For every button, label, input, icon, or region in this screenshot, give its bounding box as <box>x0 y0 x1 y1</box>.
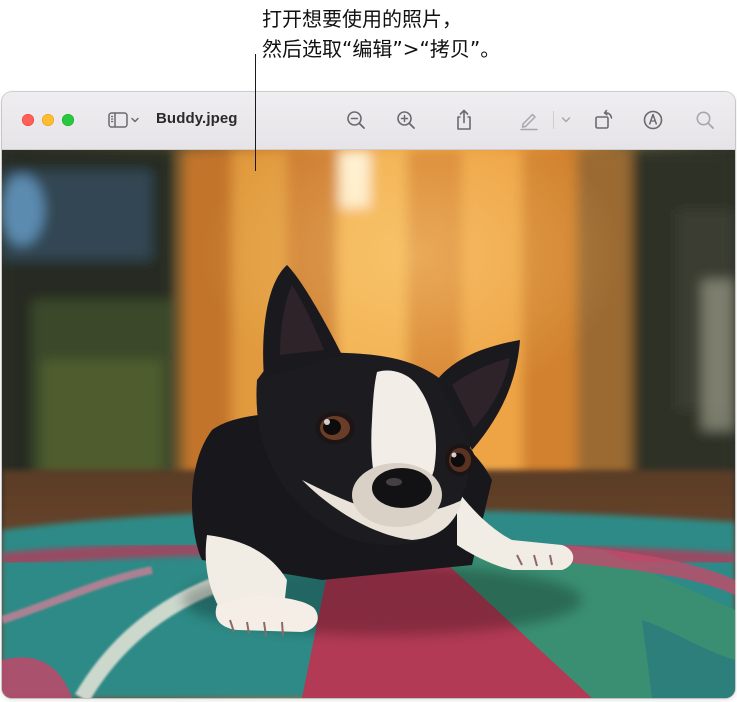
dog-photo-image <box>2 150 735 698</box>
share-button[interactable] <box>451 107 477 133</box>
zoom-in-button[interactable] <box>393 107 419 133</box>
rotate-icon <box>595 109 613 129</box>
markup-menu-button[interactable] <box>558 107 574 133</box>
sidebar-icon <box>108 112 139 128</box>
zoom-button[interactable] <box>62 114 74 126</box>
annotate-icon <box>643 110 663 130</box>
toolbar: Buddy.jpeg <box>2 92 735 150</box>
zoom-out-icon <box>347 111 365 129</box>
zoom-out-button[interactable] <box>343 107 369 133</box>
close-button[interactable] <box>22 114 34 126</box>
search-icon <box>696 111 714 129</box>
callout-line-2: 然后选取“编辑”>“拷贝”。 <box>262 37 501 61</box>
markup-pen-icon <box>520 113 538 131</box>
search-button[interactable] <box>692 107 718 133</box>
toolbar-divider <box>553 111 554 129</box>
document-title: Buddy.jpeg <box>156 110 238 127</box>
annotate-button[interactable] <box>640 107 666 133</box>
chevron-down-icon <box>561 117 571 123</box>
callout-line-1: 打开想要使用的照片， <box>262 7 462 31</box>
dog-photo[interactable] <box>2 150 735 698</box>
rotate-button[interactable] <box>591 107 617 133</box>
preview-window: Buddy.jpeg <box>2 92 735 698</box>
share-icon <box>457 109 471 130</box>
zoom-in-icon <box>397 111 415 129</box>
instruction-callout: 打开想要使用的照片， 然后选取“编辑”>“拷贝”。 <box>262 4 642 64</box>
minimize-button[interactable] <box>42 114 54 126</box>
callout-leader-line <box>255 54 256 171</box>
markup-button[interactable] <box>516 107 542 133</box>
sidebar-toggle-button[interactable] <box>102 107 146 133</box>
